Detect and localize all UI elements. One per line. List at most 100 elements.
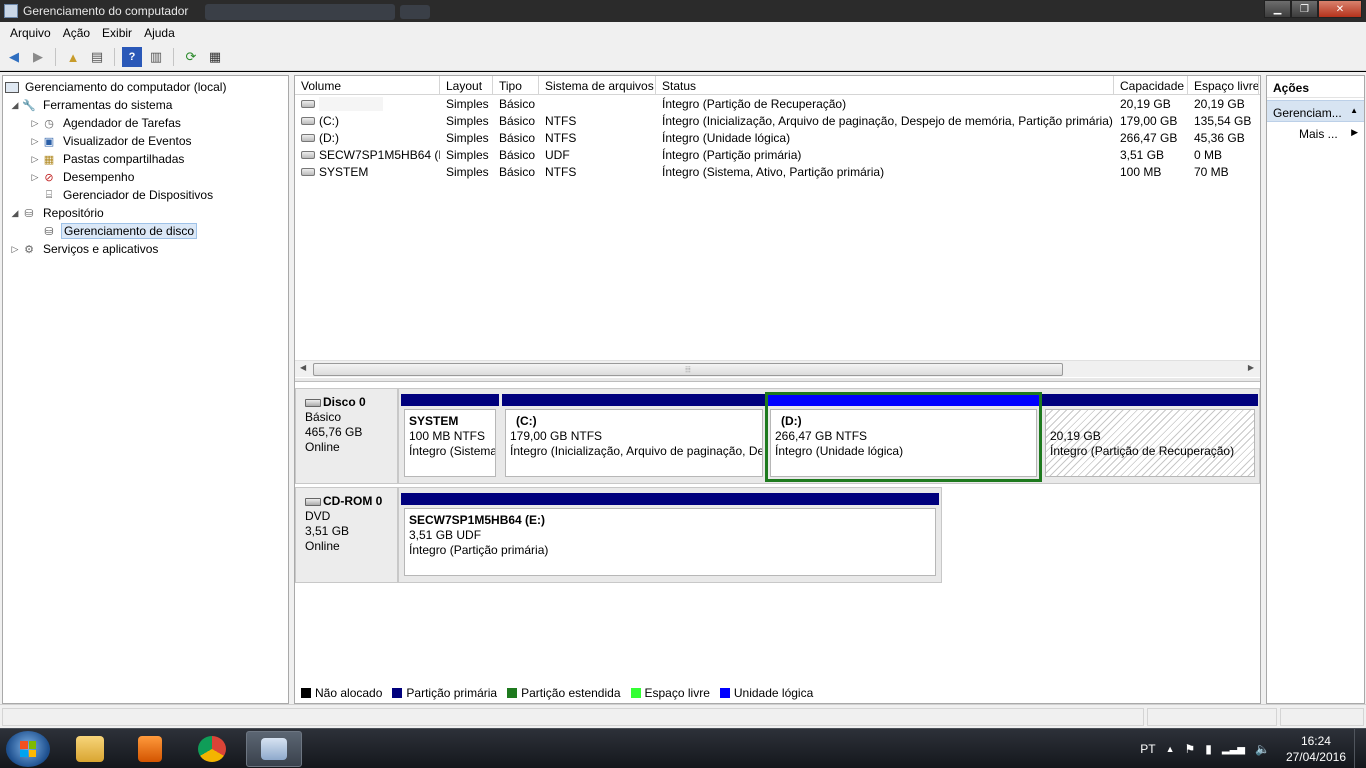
legend-label: Espaço livre — [644, 686, 710, 700]
actions-section-disk-management[interactable]: Gerenciam... ▲ — [1267, 100, 1364, 122]
free-space-cell: 45,36 GB — [1194, 130, 1245, 145]
free-space-cell: 70 MB — [1194, 164, 1229, 179]
partition-strip: SECW7SP1M5HB64 (E:) 3,51 GB UDF Íntegro … — [398, 487, 942, 583]
forward-arrow-icon[interactable]: ▶ — [28, 47, 48, 67]
tree-expander-icon[interactable]: ▷ — [9, 244, 21, 255]
scrollbar-thumb[interactable]: ⦙⦙⦙ — [313, 363, 1063, 376]
column-header-file-system[interactable]: Sistema de arquivos — [539, 76, 656, 94]
tree-item-services-applications[interactable]: ▷ ⚙ Serviços e aplicativos — [3, 240, 288, 258]
partition-d[interactable]: (D:) 266,47 GB NTFS Íntegro (Unidade lóg… — [765, 392, 1042, 482]
start-button[interactable] — [6, 731, 50, 767]
table-row[interactable]: (D:) Simples Básico NTFS Íntegro (Unidad… — [295, 129, 1260, 146]
action-center-flag-icon[interactable]: ⚑ — [1185, 742, 1196, 756]
tree-item-computer-management[interactable]: Gerenciamento do computador (local) — [3, 78, 288, 96]
minimize-button[interactable]: ▁ — [1264, 0, 1291, 18]
table-row[interactable]: (C:) Simples Básico NTFS Íntegro (Inicia… — [295, 112, 1260, 129]
partition-recovery[interactable]: 20,19 GB Íntegro (Partição de Recuperaçã… — [1042, 394, 1258, 480]
partition-color-bar — [767, 394, 1040, 406]
tree-item-label: Visualizador de Eventos — [63, 134, 192, 148]
menu-ajuda[interactable]: Ajuda — [138, 26, 181, 40]
column-header-layout[interactable]: Layout — [440, 76, 493, 94]
tree-item-device-manager[interactable]: ⌸ Gerenciador de Dispositivos — [3, 186, 288, 204]
more-actions-item[interactable]: Mais ... ▶ — [1267, 122, 1364, 144]
disk-management-pane: Volume Layout Tipo Sistema de arquivos S… — [294, 75, 1261, 704]
status-cell: Íntegro (Inicialização, Arquivo de pagin… — [662, 113, 1113, 128]
tree-item-task-scheduler[interactable]: ▷ ◷ Agendador de Tarefas — [3, 114, 288, 132]
partition-size: 3,51 GB UDF — [409, 528, 482, 542]
volume-cell: (D:) — [295, 131, 440, 145]
scroll-left-icon[interactable]: ◀ — [300, 363, 306, 372]
taskbar-computer-management[interactable] — [246, 731, 302, 767]
tree-item-performance[interactable]: ▷ ⊘ Desempenho — [3, 168, 288, 186]
column-header-type[interactable]: Tipo — [493, 76, 539, 94]
battery-icon[interactable]: ▮ — [1205, 742, 1212, 756]
table-row[interactable]: SECW7SP1M5HB64 (E:) Simples Básico UDF Í… — [295, 146, 1260, 163]
clock[interactable]: 16:24 27/04/2016 — [1286, 733, 1346, 765]
disk-label[interactable]: CD-ROM 0 DVD 3,51 GB Online — [295, 487, 398, 583]
table-row[interactable]: Simples Básico Íntegro (Partição de Recu… — [295, 95, 1260, 112]
volume-table: Volume Layout Tipo Sistema de arquivos S… — [295, 76, 1260, 358]
toolbar-separator — [55, 48, 56, 66]
clock-icon: ◷ — [44, 117, 54, 130]
column-header-volume[interactable]: Volume — [295, 76, 440, 94]
tree-expander-icon[interactable]: ▷ — [29, 154, 41, 165]
volume-icon — [301, 134, 315, 143]
show-hidden-icons-icon[interactable]: ▲ — [1166, 744, 1175, 754]
refresh-icon[interactable]: ⟳ — [181, 47, 201, 67]
column-header-capacity[interactable]: Capacidade — [1114, 76, 1188, 94]
partition-e[interactable]: SECW7SP1M5HB64 (E:) 3,51 GB UDF Íntegro … — [401, 493, 939, 579]
tree-expander-icon[interactable]: ◢ — [9, 208, 21, 219]
tree-item-system-tools[interactable]: ◢ 🔧 Ferramentas do sistema — [3, 96, 288, 114]
partition-system[interactable]: SYSTEM 100 MB NTFS Íntegro (Sistema — [401, 394, 499, 480]
partition-name: (C:) — [516, 414, 537, 428]
menu-arquivo[interactable]: Arquivo — [4, 26, 57, 40]
close-button[interactable]: ✕ — [1318, 0, 1362, 18]
taskbar-chrome[interactable] — [184, 731, 240, 767]
show-hide-action-pane-icon[interactable]: ▥ — [146, 47, 166, 67]
tree-item-disk-management[interactable]: ⛁ Gerenciamento de disco — [3, 222, 288, 240]
properties-icon[interactable]: ▦ — [205, 47, 225, 67]
help-icon[interactable]: ? — [122, 47, 142, 67]
pane-splitter[interactable] — [295, 378, 1260, 382]
tree-expander-icon[interactable]: ◢ — [9, 100, 21, 111]
maximize-button[interactable]: ❐ — [1291, 0, 1318, 18]
clock-time: 16:24 — [1300, 734, 1331, 748]
horizontal-scrollbar[interactable]: ◀ ⦙⦙⦙ ▶ — [295, 360, 1260, 377]
disk-name: Disco 0 — [323, 395, 366, 409]
show-desktop-button[interactable] — [1354, 729, 1366, 768]
column-header-free-space[interactable]: Espaço livre — [1188, 76, 1259, 94]
more-actions-label: Mais ... — [1299, 127, 1338, 141]
partition-body: (D:) 266,47 GB NTFS Íntegro (Unidade lóg… — [770, 409, 1037, 477]
menu-acao[interactable]: Ação — [57, 26, 96, 40]
tree-expander-icon[interactable]: ▷ — [29, 118, 41, 129]
scroll-right-icon[interactable]: ▶ — [1248, 363, 1254, 372]
taskbar-explorer[interactable] — [62, 731, 118, 767]
disk-management-icon: ⛁ — [44, 225, 54, 238]
file-system-cell: UDF — [545, 147, 570, 162]
show-hide-tree-icon[interactable]: ▤ — [87, 47, 107, 67]
back-arrow-icon[interactable]: ◀ — [4, 47, 24, 67]
menu-exibir[interactable]: Exibir — [96, 26, 138, 40]
taskbar: PT ▲ ⚑ ▮ ▂▃▅ 🔈 16:24 27/04/2016 — [0, 728, 1366, 768]
up-folder-icon[interactable]: ▲ — [63, 47, 83, 67]
volume-cell: (C:) — [295, 114, 440, 128]
capacity-cell: 3,51 GB — [1120, 147, 1165, 162]
tree-item-event-viewer[interactable]: ▷ ▣ Visualizador de Eventos — [3, 132, 288, 150]
volume-name: (D:) — [319, 130, 339, 145]
table-row[interactable]: SYSTEM Simples Básico NTFS Íntegro (Sist… — [295, 163, 1260, 180]
disk-label[interactable]: Disco 0 Básico 465,76 GB Online — [295, 388, 398, 484]
tree-item-shared-folders[interactable]: ▷ ▦ Pastas compartilhadas — [3, 150, 288, 168]
collapse-up-icon[interactable]: ▲ — [1350, 106, 1364, 121]
taskbar-media-player[interactable] — [122, 731, 178, 767]
type-cell: Básico — [499, 130, 536, 145]
partition-color-bar — [401, 493, 939, 505]
partition-c[interactable]: (C:) 179,00 GB NTFS Íntegro (Inicializaç… — [502, 394, 766, 480]
network-signal-icon[interactable]: ▂▃▅ — [1222, 744, 1245, 755]
tree-item-storage[interactable]: ◢ ⛁ Repositório — [3, 204, 288, 222]
window-title: Gerenciamento do computador — [23, 4, 189, 18]
tree-expander-icon[interactable]: ▷ — [29, 172, 41, 183]
volume-icon[interactable]: 🔈 — [1255, 742, 1270, 756]
column-header-status[interactable]: Status — [656, 76, 1114, 94]
language-indicator[interactable]: PT — [1140, 742, 1155, 756]
tree-expander-icon[interactable]: ▷ — [29, 136, 41, 147]
